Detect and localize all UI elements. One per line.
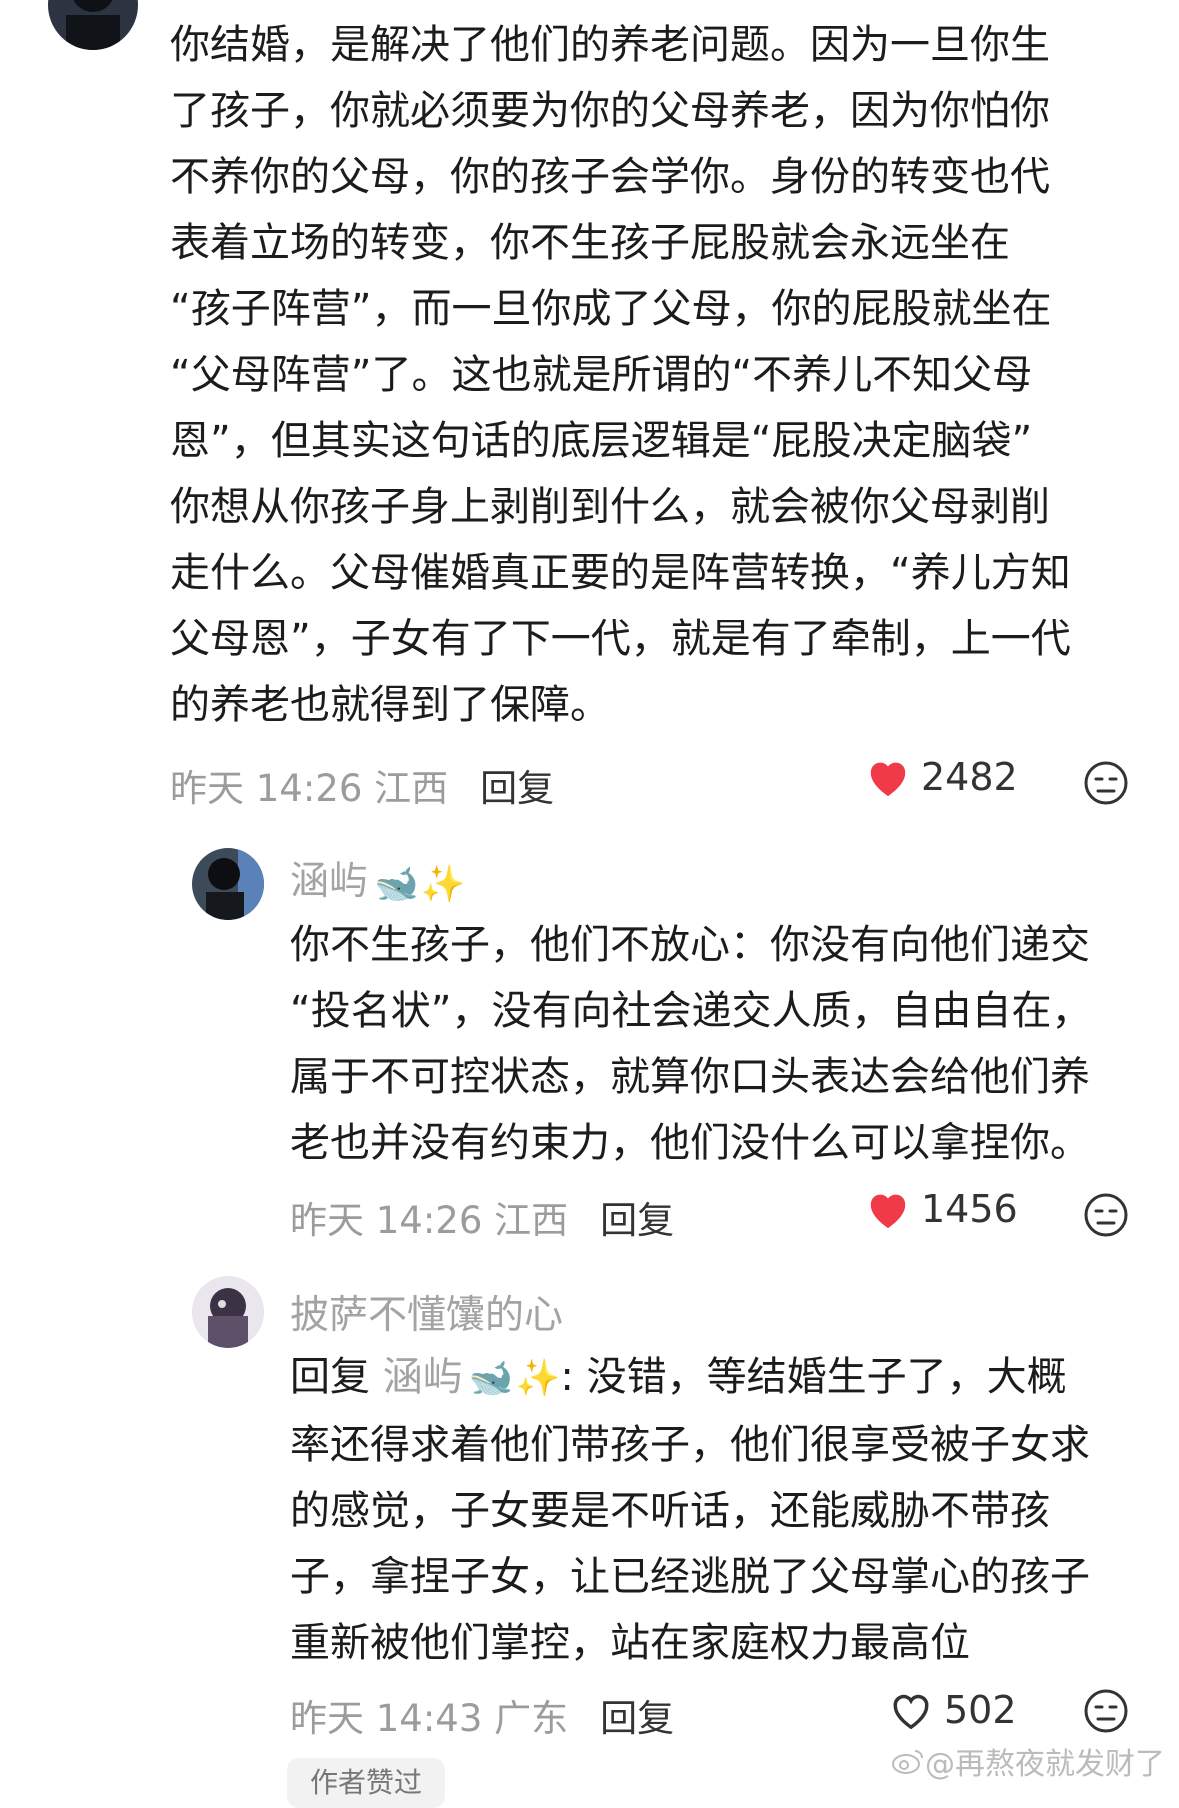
unhappy-face-icon (1084, 1193, 1128, 1237)
comment-line: 表着立场的转变，你不生孩子屁股就会永远坐在 (170, 220, 1010, 266)
comment-line: 父母恩”，子女有了下一代，就是有了牵制，上一代 (170, 616, 1071, 662)
comment-meta: 昨天 14:26 江西 回复 (290, 1190, 674, 1244)
comment-time: 昨天 14:26 江西 (290, 1199, 569, 1242)
comment-body: 回复 涵屿 🐋✨: 没错，等结婚生子了，大概 率还得求着他们带孩子，他们很享受被子… (290, 1344, 1090, 1676)
author-name: 披萨不懂馕的心 (290, 1293, 564, 1338)
unhappy-face-icon (1084, 1689, 1128, 1733)
weibo-icon (892, 1750, 923, 1774)
avatar[interactable] (192, 848, 264, 920)
watermark-text: @再熬夜就发财了 (925, 1747, 1165, 1782)
like-count: 502 (944, 1688, 1017, 1732)
dislike-button[interactable] (1083, 1688, 1129, 1738)
comment-line: 的感觉，子女要是不听话，还能威胁不带孩 (290, 1488, 1050, 1534)
heart-outline-icon (893, 1694, 929, 1730)
dislike-button[interactable] (1083, 1192, 1129, 1242)
like-button[interactable]: 502 (888, 1688, 1017, 1732)
like-button[interactable]: 2482 (865, 755, 1018, 799)
comment-line: “父母阵营”了。这也就是所谓的“不养儿不知父母 (170, 352, 1033, 398)
comment-line: 的养老也就得到了保障。 (170, 682, 610, 728)
heart-filled-icon (870, 762, 906, 797)
comment-body: 你不生孩子，他们不放心：你没有向他们递交 “投名状”，没有向社会递交人质，自由自… (290, 912, 1091, 1176)
comment-line: 了孩子，你就必须要为你的父母养老，因为你怕你 (170, 88, 1050, 134)
unhappy-face-icon (1084, 761, 1128, 805)
comment-author[interactable]: 涵屿 🐋✨ (290, 850, 466, 906)
comment-meta: 昨天 14:26 江西 回复 (170, 758, 554, 812)
reply-button[interactable]: 回复 (600, 1697, 674, 1740)
comment-line: 你不生孩子，他们不放心：你没有向他们递交 (290, 922, 1090, 968)
comment-line: 走什么。父母催婚真正要的是阵营转换，“养儿方知 (170, 550, 1071, 596)
sparkles-icon: ✨ (420, 863, 466, 905)
like-count: 2482 (921, 755, 1018, 799)
comment-author[interactable]: 披萨不懂馕的心 (290, 1284, 563, 1340)
comment-line: 子，拿捏子女，让已经逃脱了父母掌心的孩子 (290, 1554, 1090, 1600)
reply-button[interactable]: 回复 (600, 1199, 674, 1242)
watermark: @再熬夜就发财了 (891, 1739, 1165, 1783)
reply-prefix: 回复 (290, 1354, 370, 1400)
author-name: 涵屿 (290, 859, 369, 904)
reply-button[interactable]: 回复 (480, 767, 554, 810)
comment-body: 你结婚，是解决了他们的养老问题。因为一旦你生 了孩子，你就必须要为你的父母养老，… (170, 12, 1071, 738)
author-liked-badge: 作者赞过 (287, 1758, 445, 1808)
whale-icon: 🐋 (374, 863, 419, 905)
avatar[interactable] (192, 1276, 264, 1348)
comment-line: 不养你的父母，你的孩子会学你。身份的转变也代 (170, 154, 1050, 200)
whale-icon: 🐋 (468, 1358, 514, 1399)
avatar[interactable] (48, 0, 138, 50)
heart-filled-icon (870, 1194, 906, 1229)
comment-line: “投名状”，没有向社会递交人质，自由自在， (290, 988, 1092, 1034)
sparkles-icon: ✨ (515, 1358, 561, 1399)
comment-line: 你结婚，是解决了他们的养老问题。因为一旦你生 (170, 22, 1050, 68)
dislike-button[interactable] (1083, 760, 1129, 810)
comment-line: 重新被他们掌控，站在家庭权力最高位 (290, 1620, 970, 1666)
comment-line: 老也并没有约束力，他们没什么可以拿捏你。 (290, 1120, 1090, 1166)
comment-time: 昨天 14:26 江西 (170, 767, 449, 810)
comment-line: 率还得求着他们带孩子，他们很享受被子女求 (290, 1422, 1090, 1468)
comment-time: 昨天 14:43 广东 (290, 1697, 569, 1740)
reply-text-start: : 没错，等结婚生子了，大概 (560, 1354, 1067, 1400)
comment-line: 你想从你孩子身上剥削到什么，就会被你父母剥削 (170, 484, 1050, 530)
like-button[interactable]: 1456 (865, 1187, 1018, 1231)
comment-line: 属于不可控状态，就算你口头表达会给他们养 (290, 1054, 1090, 1100)
comment-line: 恩”，但其实这句话的底层逻辑是“屁股决定脑袋” (170, 418, 1033, 464)
like-count: 1456 (921, 1187, 1018, 1231)
comment-meta: 昨天 14:43 广东 回复 (290, 1688, 674, 1742)
comment-line: “孩子阵营”，而一旦你成了父母，你的屁股就坐在 (170, 286, 1052, 332)
reply-target-name[interactable]: 涵屿 (383, 1354, 463, 1400)
reply-first-line: 回复 涵屿 🐋✨: 没错，等结婚生子了，大概 (290, 1344, 1090, 1412)
